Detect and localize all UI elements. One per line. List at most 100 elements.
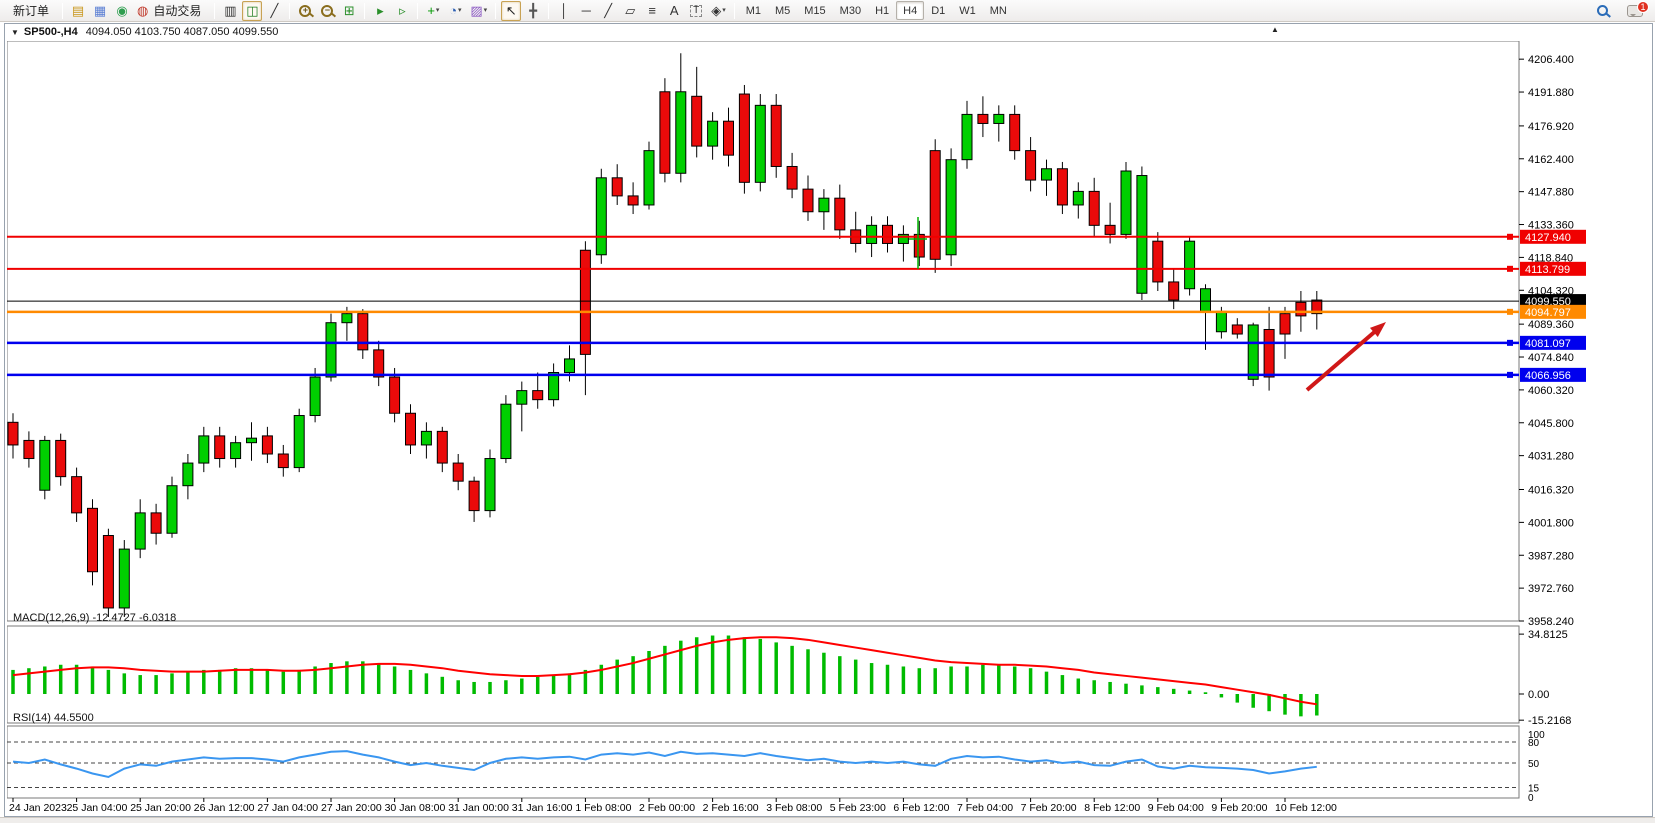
candle-body: [803, 189, 813, 212]
candle: [294, 409, 304, 472]
candle-body: [819, 198, 829, 212]
search-button[interactable]: [1592, 1, 1612, 21]
chart-shift-icon: ▹: [399, 4, 406, 17]
candle-body: [565, 359, 575, 373]
candlestick-chart-icon: ◫: [246, 4, 258, 17]
indicators-button: +: [427, 4, 435, 17]
candle-body: [1073, 191, 1083, 205]
ohlc-readout: 4094.050 4103.750 4087.050 4099.550: [86, 26, 279, 38]
timeframe-button-m30[interactable]: M30: [833, 1, 868, 20]
label-button: T: [690, 5, 702, 17]
candle-body: [1153, 241, 1163, 282]
notifications-button[interactable]: 1: [1627, 5, 1643, 17]
crosshair-button[interactable]: ╋: [523, 1, 543, 21]
trendline-button[interactable]: ╱: [598, 1, 618, 21]
line-anchor-square: [1507, 372, 1513, 378]
shapes-button[interactable]: ◈▾: [708, 1, 729, 21]
time-axis-label: 10 Feb 12:00: [1275, 802, 1337, 814]
candle-body: [580, 250, 590, 354]
candle-body: [676, 92, 686, 174]
candle-body: [628, 196, 638, 205]
timeframe-button-m5[interactable]: M5: [768, 1, 797, 20]
price-tick-label: 4001.800: [1528, 517, 1574, 529]
chart-canvas[interactable]: 4206.4004191.8804176.9204162.4004147.880…: [7, 41, 1652, 817]
bar-chart-icon[interactable]: ▥: [220, 1, 240, 21]
rsi-indicator-label: RSI(14) 44.5500: [13, 712, 94, 724]
chart-shift-icon[interactable]: ▹: [392, 1, 412, 21]
vertical-line-button[interactable]: │: [554, 1, 574, 21]
signal-icon[interactable]: ◉: [112, 1, 132, 21]
price-tick-label: 4045.800: [1528, 418, 1574, 430]
history-icon[interactable]: ▤: [68, 1, 88, 21]
notification-badge: 1: [1637, 1, 1649, 13]
autoscroll-icon[interactable]: ▸: [370, 1, 390, 21]
time-axis-label: 30 Jan 08:00: [385, 802, 446, 814]
candle-body: [1248, 325, 1258, 379]
expand-trade-panel-icon[interactable]: ▼: [5, 28, 24, 37]
line-anchor-square: [1507, 266, 1513, 272]
candle: [946, 148, 956, 266]
candle-body: [1137, 176, 1147, 294]
fibonacci-button[interactable]: ≡: [642, 1, 662, 21]
text-button[interactable]: A: [664, 1, 684, 21]
toolbar-separator: [289, 3, 290, 19]
candle-body: [1201, 289, 1211, 312]
timeframe-button-h1[interactable]: H1: [868, 1, 896, 20]
candle-body: [612, 178, 622, 196]
channel-button[interactable]: ▱: [620, 1, 640, 21]
autotrading-button[interactable]: ◍自动交易: [134, 1, 209, 21]
line-anchor-square: [1507, 309, 1513, 315]
price-tick-label: 4133.360: [1528, 220, 1574, 232]
timeframe-button-w1[interactable]: W1: [952, 1, 983, 20]
periods-button: ◔: [449, 4, 457, 17]
candle-body: [231, 443, 241, 459]
candle-body: [660, 92, 670, 174]
line-chart-icon[interactable]: ╱: [264, 1, 284, 21]
timeframe-button-m1[interactable]: M1: [739, 1, 768, 20]
templates-button[interactable]: ▨▾: [467, 1, 490, 21]
time-axis-label: 31 Jan 16:00: [512, 802, 573, 814]
candle-body: [1121, 171, 1131, 234]
new-order-button[interactable]: 新订单: [5, 1, 57, 21]
toolbar-separator: [495, 3, 496, 19]
zoom-in-icon[interactable]: +: [295, 1, 315, 21]
price-level-label: 4127.940: [1525, 232, 1571, 244]
price-tick-label: 3987.280: [1528, 550, 1574, 562]
candle-body: [1089, 191, 1099, 225]
horizontal-line-button[interactable]: ─: [576, 1, 596, 21]
zoom-out-icon[interactable]: −: [317, 1, 337, 21]
chart-header: ▼ SP500-,H4 4094.050 4103.750 4087.050 4…: [5, 24, 1652, 40]
candle-body: [835, 198, 845, 230]
candle-body: [946, 160, 956, 255]
candle-body: [1042, 169, 1052, 180]
tile-windows-icon[interactable]: ⊞: [339, 1, 359, 21]
indicators-button[interactable]: +▾: [423, 1, 443, 21]
fibonacci-button: ≡: [648, 4, 656, 17]
candle-body: [262, 436, 272, 454]
label-button[interactable]: T: [686, 1, 706, 21]
candle-body: [390, 377, 400, 413]
history-icon: ▤: [72, 4, 84, 17]
candle-body: [453, 463, 463, 481]
periods-button[interactable]: ◔▾: [445, 1, 465, 21]
channel-button: ▱: [625, 4, 635, 17]
timeframe-button-mn[interactable]: MN: [983, 1, 1014, 20]
time-axis-label: 7 Feb 20:00: [1021, 802, 1077, 814]
candlestick-chart-icon[interactable]: ◫: [242, 1, 262, 21]
candle-body: [88, 508, 98, 571]
timeframe-button-m15[interactable]: M15: [797, 1, 832, 20]
candle-body: [406, 413, 416, 445]
rsi-axis-label: 80: [1528, 738, 1540, 749]
candle-body: [930, 151, 940, 260]
macd-axis-label: 34.8125: [1528, 629, 1568, 641]
cursor-button[interactable]: ↖: [501, 1, 521, 21]
candle-body: [119, 549, 129, 608]
candle-body: [183, 463, 193, 486]
candle-body: [374, 350, 384, 377]
candle-body: [310, 377, 320, 415]
timeframe-button-h4[interactable]: H4: [896, 1, 924, 20]
timeframe-button-d1[interactable]: D1: [924, 1, 952, 20]
terminal-icon[interactable]: ▦: [90, 1, 110, 21]
horizontal-line-button: ─: [582, 4, 591, 17]
candle-body: [1264, 329, 1274, 377]
